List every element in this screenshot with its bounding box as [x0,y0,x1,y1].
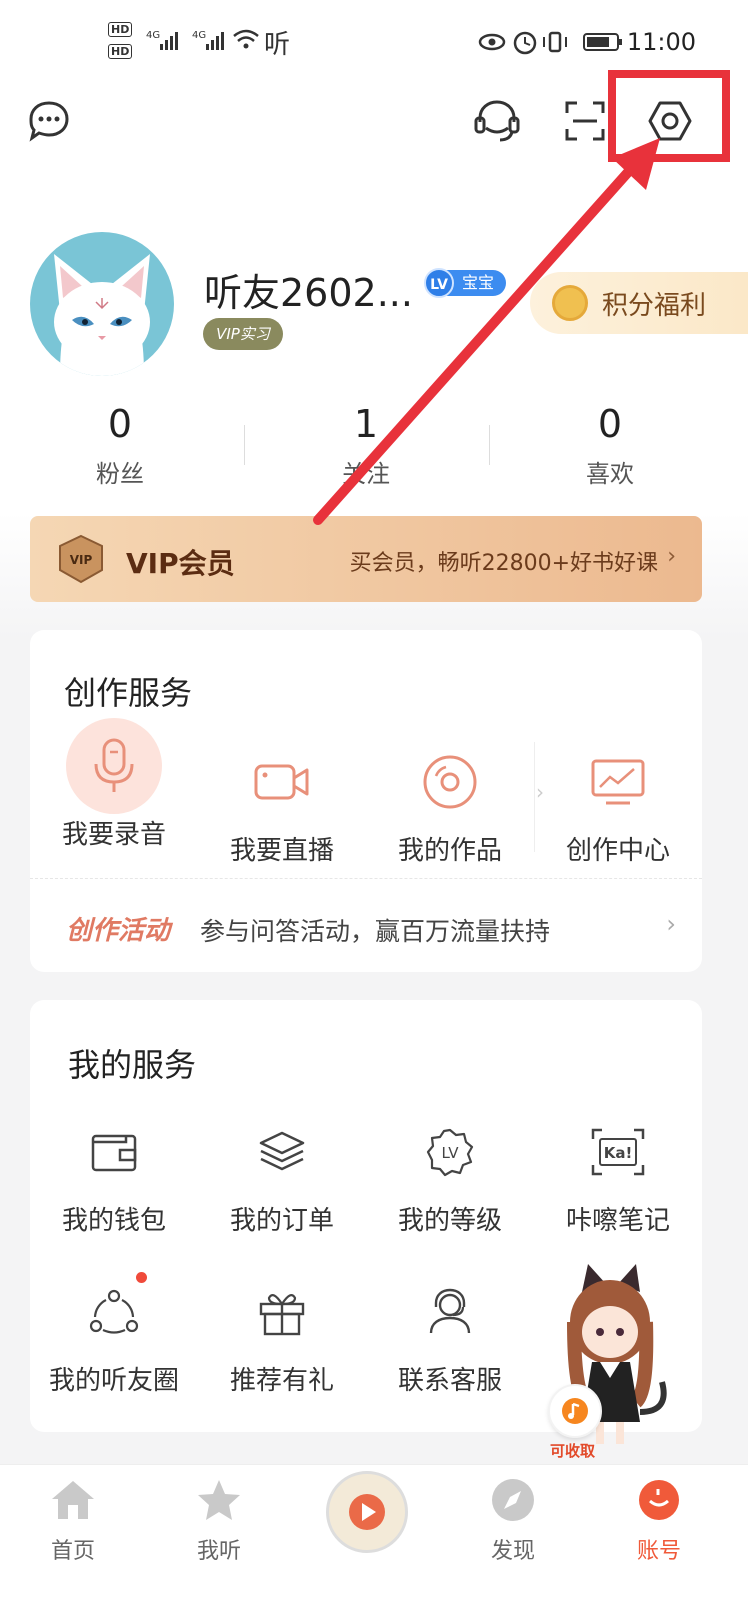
clock: 11:00 [626,28,696,56]
svg-text:4G: 4G [146,30,160,41]
microphone-icon [66,718,162,814]
service-label: 我的钱包 [61,1206,166,1236]
tab-listen[interactable]: 我听 [164,1477,274,1565]
vip-badge-icon: VIP [59,534,103,584]
annotation-arrow [313,138,660,525]
service-label: 创作中心 [565,836,670,866]
tab-label: 账号 [636,1539,681,1564]
tab-label: 我听 [196,1539,241,1564]
disc-icon [418,750,482,814]
service-label: 我的作品 [397,836,502,866]
mascot-floating-widget[interactable]: 可收取 [544,1262,674,1462]
service-label: 联系客服 [397,1366,502,1396]
stat-value: 0 [107,402,133,446]
ka-note-button[interactable]: Ka! 咔嚓笔记 [534,1120,702,1237]
bottom-tab-bar: 首页 我听 发现 账号 [0,1464,748,1601]
creation-center-button[interactable]: 创作中心 [534,750,702,867]
tab-label: 首页 [50,1539,95,1564]
divider [244,425,245,465]
message-icon [29,101,69,142]
svg-text:LV: LV [442,1144,460,1162]
dashed-divider [30,878,702,879]
my-works-button[interactable]: 我的作品 [366,750,534,867]
play-icon [349,1494,385,1530]
hd-indicator: HD [108,44,133,59]
referral-gift-button[interactable]: 推荐有礼 [198,1280,366,1397]
level-button[interactable]: LV 我的等级 [366,1120,534,1237]
svg-text:4G: 4G [192,30,206,41]
hd-indicator: HD [108,22,133,37]
svg-text:VIP: VIP [70,553,93,567]
monitor-chart-icon [586,750,650,814]
tab-account[interactable]: 账号 [604,1477,714,1565]
service-label: 我的等级 [397,1206,502,1236]
tab-home[interactable]: 首页 [18,1477,128,1565]
status-bar: HD HD 4G 4G 听 11:00 [0,0,748,80]
status-icons [478,31,622,55]
service-label: 我的订单 [229,1206,334,1236]
video-camera-icon [250,750,314,814]
creation-activity-row[interactable]: 创作活动 参与问答活动，赢百万流量扶持 › [30,900,702,952]
stat-fans[interactable]: 0 粉丝 [30,400,210,489]
tab-discover[interactable]: 发现 [458,1477,568,1565]
chevron-right-icon: › [666,910,676,938]
activity-tag: 创作活动 [66,916,171,946]
home-icon [52,1481,94,1519]
service-label: 我的听友圈 [48,1366,179,1396]
vip-title: VIP会员 [126,547,235,580]
ka-note-icon: Ka! [586,1120,650,1184]
live-button[interactable]: 我要直播 [198,750,366,867]
section-title: 创作服务 [64,674,193,712]
service-label: 咔嚓笔记 [565,1206,670,1236]
activity-text: 参与问答活动，赢百万流量扶持 [200,917,551,946]
gift-icon [250,1280,314,1344]
avatar[interactable] [30,232,174,376]
creation-service-card: 创作服务 我要录音 我要直播 我的作品 › 创作中心 创作活动 参与问答活动，赢… [30,630,702,972]
orders-button[interactable]: 我的订单 [198,1120,366,1237]
section-title: 我的服务 [68,1046,197,1084]
record-button[interactable]: 我要录音 [30,718,198,851]
customer-service-icon [418,1280,482,1344]
star-icon [198,1480,240,1520]
service-label: 我要直播 [229,836,334,866]
stat-label: 粉丝 [96,460,144,488]
service-label: 推荐有礼 [229,1366,334,1396]
notification-dot [136,1272,147,1283]
level-icon: LV [424,268,454,298]
now-playing-button[interactable] [326,1471,408,1553]
message-button[interactable] [24,96,74,146]
tab-label: 发现 [490,1539,535,1564]
app-listen-glyph: 听 [264,30,291,60]
contact-service-button[interactable]: 联系客服 [366,1280,534,1397]
friends-circle-icon [82,1272,147,1344]
account-icon [639,1480,679,1520]
level-badge-icon: LV [418,1120,482,1184]
music-note-icon [548,1384,602,1438]
mascot-label: 可收取 [550,1442,596,1460]
layers-icon [250,1120,314,1184]
vip-tag[interactable]: VIP实习 [203,318,283,350]
svg-text:Ka!: Ka! [604,1144,633,1162]
compass-icon [492,1479,534,1521]
friends-circle-button[interactable]: 我的听友圈 [30,1272,198,1397]
cat-avatar-image [54,254,150,376]
vip-description: 买会员，畅听22800+好书好课 [349,551,658,576]
wallet-icon [82,1120,146,1184]
service-label: 我要录音 [61,820,166,850]
chevron-right-icon: › [667,544,676,569]
wallet-button[interactable]: 我的钱包 [30,1120,198,1237]
